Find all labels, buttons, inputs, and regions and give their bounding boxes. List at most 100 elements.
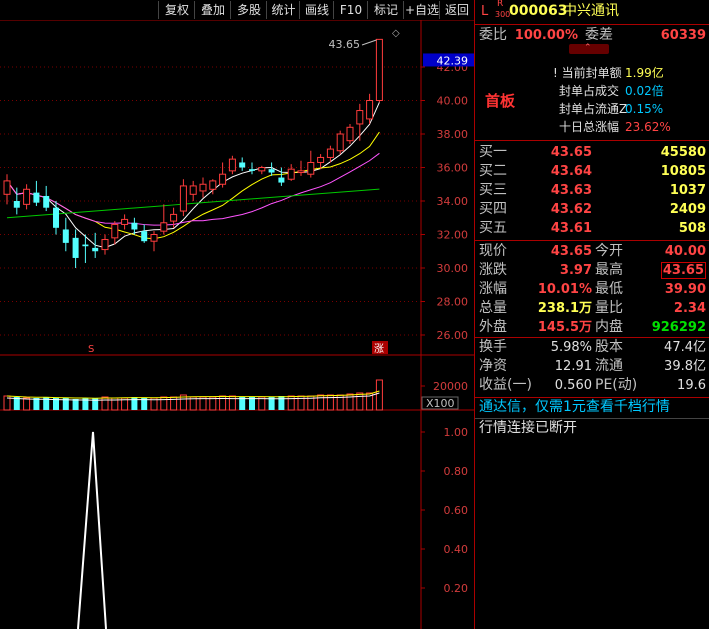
quote-label: 涨幅 [479,281,507,297]
f10-button[interactable]: F10 [333,1,368,19]
bid-volume: 45580 [660,145,706,160]
restore-rights-button[interactable]: 复权 [158,1,195,19]
stat-label: 股本 [595,339,623,355]
collapse-toggle[interactable]: ⌃ [569,43,609,54]
candle-body [219,173,227,185]
divider [475,24,709,25]
bid-label: 买二 [479,163,507,179]
statistics-button[interactable]: 统计 [266,1,300,19]
s-marker: S [88,344,94,355]
candle-body [258,167,266,172]
candle-body [33,192,40,203]
stat-value: 0.560 [554,378,592,393]
candle-body [82,244,89,247]
quote-row: 涨跌 3.97 最高 43.65 [475,261,709,280]
seal-info-value: 0.02倍 [625,84,664,98]
stat-row: 净资 12.91 流通 39.8亿 [475,357,709,376]
quote-value: 40.00 [664,244,706,259]
candle-body [297,170,305,174]
bid-price: 43.64 [550,164,592,179]
quote-value: 10.01% [537,282,592,297]
seal-info-row: 封单占成交 0.02倍 [475,82,709,101]
candle-body [3,180,11,195]
bid-row: 买五 43.61 508 [475,219,709,238]
quote-label: 总量 [479,300,507,316]
stat-row: 收益(一) 0.560 PE(动) 19.6 [475,376,709,395]
candle-body [307,161,315,175]
chart-toolbar: 复权 叠加 多股 统计 画线 F10 标记 +自选 返回 [0,0,474,20]
upgrade-ad-link[interactable]: 通达信，仅需1元查看千档行情 [475,398,709,417]
bid-row: 买三 43.63 1037 [475,181,709,200]
bid-label: 买四 [479,201,507,217]
candle-body [131,222,138,230]
bid-price: 43.62 [550,202,592,217]
bid-volume: 1037 [669,183,706,198]
kline-chart[interactable]: 42.0040.0038.0036.0034.0032.0030.0028.00… [0,20,474,629]
back-button[interactable]: 返回 [439,1,474,19]
l-marker: L [481,4,489,19]
add-watchlist-button[interactable]: +自选 [403,1,440,19]
indicator-tick-label: 1.00 [444,426,469,439]
candle-body [199,183,207,192]
stat-label: 换手 [479,339,507,355]
bid-price: 43.65 [550,145,592,160]
draw-line-button[interactable]: 画线 [299,1,334,19]
bid-volume: 2409 [669,202,706,217]
multi-stock-button[interactable]: 多股 [230,1,267,19]
mark-button[interactable]: 标记 [367,1,404,19]
seal-info-value: 0.15% [625,102,664,116]
quote-row: 涨幅 10.01% 最低 39.90 [475,280,709,299]
volume-bar [72,399,79,410]
stat-value: 39.8亿 [664,359,706,374]
divider [475,240,709,241]
quote-label: 涨跌 [479,262,507,278]
quote-value: 3.97 [559,263,592,278]
candle-body [336,133,344,152]
ma5-line [6,102,380,249]
quote-label: 外盘 [479,319,507,335]
overlay-button[interactable]: 叠加 [194,1,231,19]
weicha-value: 60339 [660,28,706,43]
quote-value: 39.90 [664,282,706,297]
quote-value: 926292 [651,320,706,335]
indicator-tick-label: 0.80 [444,465,469,478]
quote-value: 43.65 [660,262,706,279]
seal-info-row: 十日总涨幅 23.62% [475,118,709,137]
quote-label: 内盘 [595,319,623,335]
stat-value: 19.6 [677,378,706,393]
indicator-tick-label: 0.40 [444,543,469,556]
bid-row: 买二 43.64 10805 [475,162,709,181]
stat-label: 净资 [479,358,507,374]
bid-row: 买一 43.65 45580 [475,143,709,162]
stat-row: 换手 5.98% 股本 47.4亿 [475,338,709,357]
volume-bar [33,398,40,410]
candle-body [209,180,217,190]
bid-label: 买三 [479,182,507,198]
volume-bar [317,394,325,411]
diamond-icon: ◇ [392,28,400,39]
annotation-arrow [361,39,377,46]
seal-info-row: ! 当前封单额 1.99亿 [475,64,709,83]
quote-value: 145.5万 [537,320,592,335]
indicator-tick-label: 0.20 [444,582,469,595]
bid-price: 43.63 [550,183,592,198]
stat-label: 收益(一) [479,377,532,393]
seal-info-label: 十日总涨幅 [559,120,620,134]
candle-body [249,169,255,171]
quote-value: 43.65 [550,244,592,259]
stock-name: 中兴通讯 [563,3,619,19]
candle-body [160,222,168,232]
candle-body [23,188,31,205]
candle-body [72,237,79,258]
candle-body [228,158,236,172]
bid-price: 43.61 [550,221,592,236]
price-tick-label: 32.00 [437,229,469,242]
volume-bar [131,397,138,410]
connection-status: 行情连接已断开 [479,420,577,436]
seal-info-label: ! 当前封单额 [553,66,622,80]
limit-up-marker-label: 涨 [374,343,384,355]
candle-body [150,234,158,242]
candle-body [317,156,325,163]
weibi-label: 委比 [479,27,507,43]
candle-body [101,239,109,251]
